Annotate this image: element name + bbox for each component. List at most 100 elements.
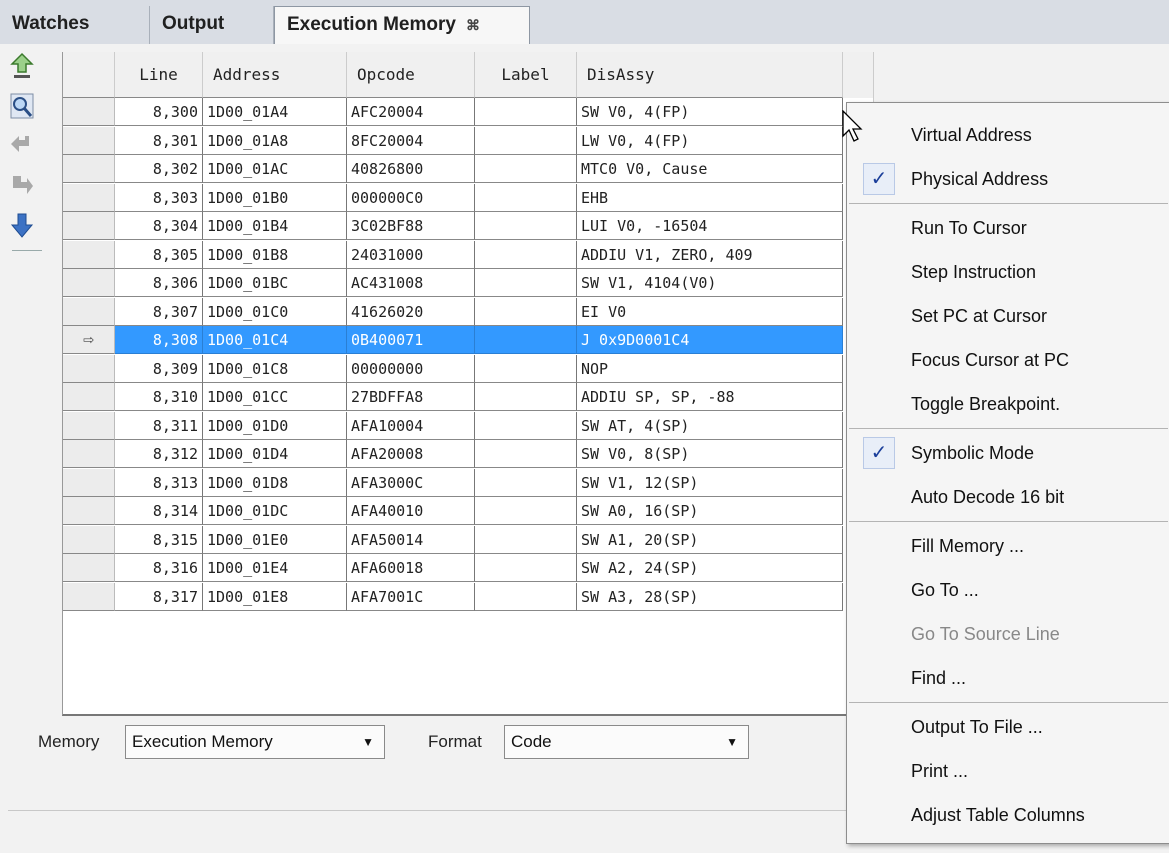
opcode-cell: 27BDFFA8 [347, 383, 475, 411]
menu-separator [849, 702, 1168, 703]
label-cell [475, 183, 577, 212]
table-row[interactable]: 8,312 1D00_01D4 AFA20008 SW V0, 8(SP) [63, 440, 873, 468]
menu-item-label: Toggle Breakpoint. [911, 394, 1061, 414]
menu-item-label: Go To Source Line [911, 624, 1060, 644]
table-row[interactable]: 8,314 1D00_01DC AFA40010 SW A0, 16(SP) [63, 497, 873, 525]
row-marker[interactable] [63, 183, 115, 212]
tab-execution-memory[interactable]: Execution Memory ⌘ [274, 6, 530, 45]
menu-item-run-to-cursor[interactable]: Run To Cursor [847, 206, 1169, 250]
menu-item-symbolic-mode[interactable]: ✓ Symbolic Mode [847, 431, 1169, 475]
table-row[interactable]: 8,302 1D00_01AC 40826800 MTC0 V0, Cause [63, 155, 873, 183]
table-row[interactable]: 8,313 1D00_01D8 AFA3000C SW V1, 12(SP) [63, 468, 873, 497]
row-marker[interactable] [63, 411, 115, 440]
menu-separator [849, 428, 1168, 429]
label-cell [475, 582, 577, 611]
opcode-cell: AFA40010 [347, 497, 475, 525]
table-row[interactable]: ⇨ 8,308 1D00_01C4 0B400071 J 0x9D0001C4 [63, 326, 873, 354]
line-cell: 8,306 [115, 269, 203, 297]
step-icon[interactable] [8, 172, 36, 200]
row-marker[interactable] [63, 240, 115, 269]
table-row[interactable]: 8,301 1D00_01A8 8FC20004 LW V0, 4(FP) [63, 126, 873, 155]
opcode-cell: 0B400071 [347, 326, 475, 354]
row-marker[interactable] [63, 497, 115, 525]
search-icon[interactable] [8, 92, 36, 120]
row-marker[interactable] [63, 126, 115, 155]
column-header-opcode[interactable]: Opcode [347, 52, 475, 98]
table-row[interactable]: 8,306 1D00_01BC AC431008 SW V1, 4104(V0) [63, 269, 873, 297]
go-up-icon[interactable] [8, 52, 36, 80]
table-row[interactable]: 8,317 1D00_01E8 AFA7001C SW A3, 28(SP) [63, 582, 873, 611]
table-row[interactable]: 8,300 1D00_01A4 AFC20004 SW V0, 4(FP) [63, 98, 873, 126]
menu-item-go-to[interactable]: Go To ... [847, 568, 1169, 612]
menu-item-focus-cursor-at-pc[interactable]: Focus Cursor at PC [847, 338, 1169, 382]
menu-item-adjust-table-columns[interactable]: Adjust Table Columns [847, 793, 1169, 837]
address-cell: 1D00_01C0 [203, 297, 347, 326]
row-marker[interactable] [63, 525, 115, 554]
table-row[interactable]: 8,311 1D00_01D0 AFA10004 SW AT, 4(SP) [63, 411, 873, 440]
menu-item-find[interactable]: Find ... [847, 656, 1169, 700]
row-marker[interactable] [63, 468, 115, 497]
opcode-cell: AFA3000C [347, 468, 475, 497]
tab-watches[interactable]: Watches [0, 6, 150, 44]
table-row[interactable]: 8,307 1D00_01C0 41626020 EI V0 [63, 297, 873, 326]
menu-item-print[interactable]: Print ... [847, 749, 1169, 793]
opcode-cell: 8FC20004 [347, 126, 475, 155]
disassembly-cell: EHB [577, 183, 843, 212]
table-header: Line Address Opcode Label DisAssy [63, 52, 873, 98]
go-down-icon[interactable] [8, 212, 36, 240]
table-row[interactable]: 8,310 1D00_01CC 27BDFFA8 ADDIU SP, SP, -88 [63, 383, 873, 411]
column-header-line[interactable]: Line [115, 52, 203, 98]
menu-item-toggle-breakpoint[interactable]: Toggle Breakpoint. [847, 382, 1169, 426]
row-marker[interactable] [63, 582, 115, 611]
label-cell [475, 126, 577, 155]
row-marker[interactable]: ⇨ [63, 326, 115, 354]
line-cell: 8,315 [115, 525, 203, 554]
format-select[interactable]: Code ▼ [504, 725, 749, 759]
row-marker[interactable] [63, 155, 115, 183]
tab-output[interactable]: Output [150, 6, 274, 44]
menu-item-physical-address[interactable]: ✓ Physical Address [847, 157, 1169, 201]
column-header-disassembly[interactable]: DisAssy [577, 52, 843, 98]
memory-table[interactable]: Line Address Opcode Label DisAssy 8,300 1… [62, 52, 874, 716]
row-marker[interactable] [63, 383, 115, 411]
opcode-cell: AFA60018 [347, 554, 475, 582]
disassembly-cell: ADDIU SP, SP, -88 [577, 383, 843, 411]
row-marker[interactable] [63, 269, 115, 297]
menu-item-label: Adjust Table Columns [911, 805, 1085, 825]
menu-separator [849, 203, 1168, 204]
step-back-icon[interactable] [8, 132, 36, 160]
table-row[interactable]: 8,315 1D00_01E0 AFA50014 SW A1, 20(SP) [63, 525, 873, 554]
table-row[interactable]: 8,305 1D00_01B8 24031000 ADDIU V1, ZERO, 40… [63, 240, 873, 269]
row-marker[interactable] [63, 212, 115, 240]
menu-item-fill-memory[interactable]: Fill Memory ... [847, 524, 1169, 568]
disassembly-cell: SW AT, 4(SP) [577, 411, 843, 440]
row-marker[interactable] [63, 297, 115, 326]
context-menu: Virtual Address ✓ Physical Address Run To C… [846, 102, 1169, 844]
table-row[interactable]: 8,309 1D00_01C8 00000000 NOP [63, 354, 873, 383]
disassembly-cell: LW V0, 4(FP) [577, 126, 843, 155]
table-row[interactable]: 8,303 1D00_01B0 000000C0 EHB [63, 183, 873, 212]
menu-item-virtual-address[interactable]: Virtual Address [847, 113, 1169, 157]
table-row[interactable]: 8,316 1D00_01E4 AFA60018 SW A2, 24(SP) [63, 554, 873, 582]
opcode-cell: 40826800 [347, 155, 475, 183]
memory-label: Memory [38, 732, 100, 751]
menu-item-label: Go To ... [911, 580, 979, 600]
address-cell: 1D00_01C8 [203, 354, 347, 383]
disassembly-cell: LUI V0, -16504 [577, 212, 843, 240]
menu-item-label: Symbolic Mode [911, 443, 1035, 463]
menu-item-step-instruction[interactable]: Step Instruction [847, 250, 1169, 294]
line-cell: 8,316 [115, 554, 203, 582]
menu-item-output-to-file[interactable]: Output To File ... [847, 705, 1169, 749]
menu-item-set-pc-at-cursor[interactable]: Set PC at Cursor [847, 294, 1169, 338]
row-marker[interactable] [63, 354, 115, 383]
column-header-label[interactable]: Label [475, 52, 577, 98]
row-marker[interactable] [63, 440, 115, 468]
menu-item-auto-decode-16-bit[interactable]: Auto Decode 16 bit [847, 475, 1169, 519]
table-row[interactable]: 8,304 1D00_01B4 3C02BF88 LUI V0, -16504 [63, 212, 873, 240]
row-marker[interactable] [63, 98, 115, 126]
column-header-address[interactable]: Address [203, 52, 347, 98]
close-icon[interactable]: ⌘ [466, 17, 480, 33]
memory-select[interactable]: Execution Memory ▼ [125, 725, 385, 759]
row-marker[interactable] [63, 554, 115, 582]
line-cell: 8,311 [115, 411, 203, 440]
